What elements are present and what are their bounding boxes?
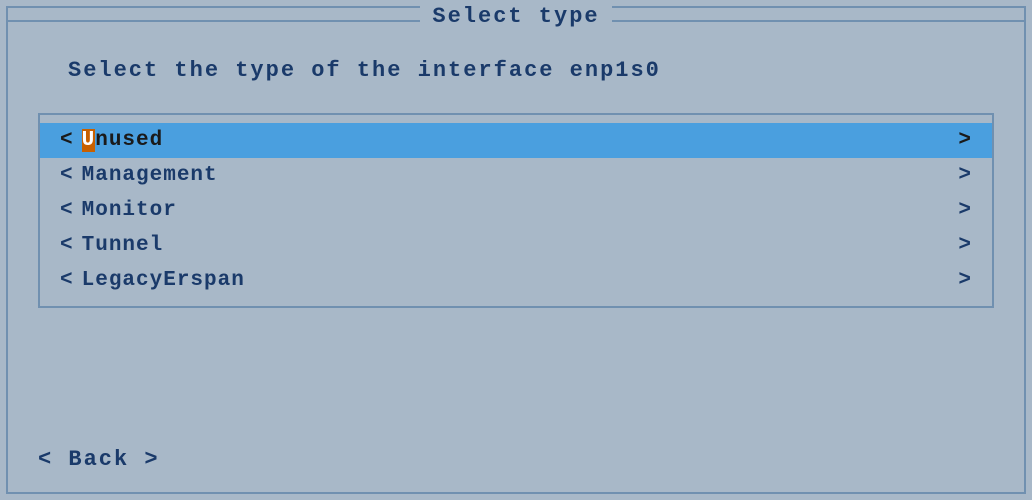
item-left-unused: < Unused [60, 129, 163, 152]
item-label-unused-rest: nused [95, 129, 163, 152]
item-label-legacyerspan: LegacyErspan [82, 269, 245, 292]
title-bar: Select type [8, 7, 1024, 35]
highlighted-char-u: U [82, 129, 96, 152]
item-left-tunnel: < Tunnel [60, 234, 163, 257]
title-line-right [612, 20, 1024, 22]
subtitle-text: Select the type of the interface enp1s0 [68, 58, 1024, 83]
item-left-monitor: < Monitor [60, 199, 177, 222]
title-line-left [8, 20, 420, 22]
item-label-monitor: Monitor [82, 199, 177, 222]
chevron-right-tunnel: > [958, 234, 972, 257]
main-window: Select type Select the type of the inter… [6, 6, 1026, 494]
list-item-monitor[interactable]: < Monitor > [40, 193, 992, 228]
item-left-management: < Management [60, 164, 218, 187]
chevron-left-monitor: < [60, 199, 74, 222]
chevron-left-management: < [60, 164, 74, 187]
chevron-right-management: > [958, 164, 972, 187]
chevron-left-tunnel: < [60, 234, 74, 257]
window-title: Select type [420, 4, 611, 29]
list-item-unused[interactable]: < Unused > [40, 123, 992, 158]
list-item-management[interactable]: < Management > [40, 158, 992, 193]
list-item-legacyerspan[interactable]: < LegacyErspan > [40, 263, 992, 298]
chevron-right-monitor: > [958, 199, 972, 222]
chevron-right-unused: > [958, 129, 972, 152]
list-item-tunnel[interactable]: < Tunnel > [40, 228, 992, 263]
item-label-tunnel: Tunnel [82, 234, 164, 257]
chevron-right-legacyerspan: > [958, 269, 972, 292]
chevron-left-unused: < [60, 129, 74, 152]
item-left-legacyerspan: < LegacyErspan [60, 269, 245, 292]
type-list: < Unused > < Management > < Monitor > < [38, 113, 994, 308]
item-label-unused: Unused [82, 129, 164, 152]
chevron-left-legacyerspan: < [60, 269, 74, 292]
item-label-management: Management [82, 164, 218, 187]
back-button[interactable]: < Back > [38, 447, 160, 472]
